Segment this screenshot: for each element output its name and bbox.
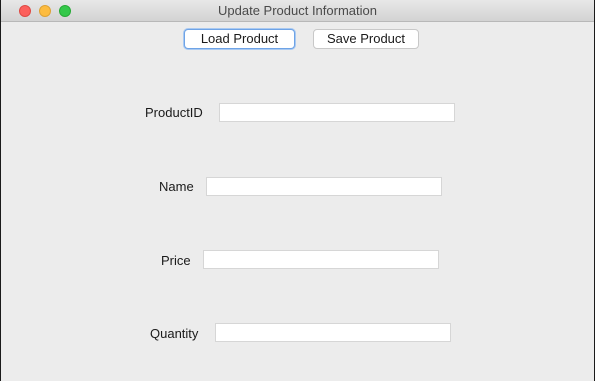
price-field[interactable] (203, 250, 439, 269)
window-title: Update Product Information (218, 3, 377, 18)
title-bar[interactable]: Update Product Information (1, 0, 594, 22)
price-label: Price (161, 253, 191, 268)
load-product-button[interactable]: Load Product (184, 29, 295, 49)
quantity-label: Quantity (150, 326, 199, 341)
name-label: Name (159, 179, 194, 194)
app-window: Update Product Information Load Product … (0, 0, 595, 381)
quantity-field[interactable] (215, 323, 451, 342)
product-id-label: ProductID (145, 105, 203, 120)
save-product-button[interactable]: Save Product (313, 29, 419, 49)
product-id-field[interactable] (219, 103, 455, 122)
name-field[interactable] (206, 177, 442, 196)
